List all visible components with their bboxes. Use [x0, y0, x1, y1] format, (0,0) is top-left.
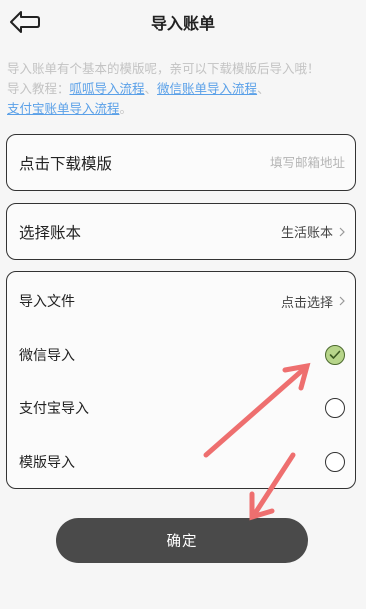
option-label: 支付宝导入 [19, 401, 89, 417]
separator: 、 [144, 81, 158, 96]
separator: 、 [257, 81, 270, 96]
import-file-row[interactable]: 导入文件 点击选择 [19, 287, 345, 315]
import-file-value: 点击选择 [280, 295, 333, 311]
ledger-label: 选择账本 [19, 223, 82, 242]
radio-unchecked-icon[interactable] [325, 452, 345, 472]
chevron-right-icon [339, 227, 345, 236]
option-template-import[interactable]: 模版导入 [19, 448, 345, 476]
wechat-import-link[interactable]: 微信账单导入流程 [157, 81, 257, 96]
intro-end: 。 [119, 101, 133, 116]
ledger-select-card[interactable]: 选择账本 生活账本 [6, 203, 356, 260]
alipay-import-link[interactable]: 支付宝账单导入流程 [7, 101, 120, 116]
guagua-import-link[interactable]: 呱呱导入流程 [70, 81, 145, 96]
radio-checked-icon[interactable] [325, 345, 345, 365]
option-label: 微信导入 [19, 348, 75, 364]
option-wechat-import[interactable]: 微信导入 [19, 341, 345, 369]
download-template-card: 点击下载模版 [6, 134, 356, 191]
email-field[interactable] [215, 155, 345, 170]
ledger-value: 生活账本 [280, 226, 333, 241]
option-alipay-import[interactable]: 支付宝导入 [19, 394, 345, 422]
option-label: 模版导入 [19, 455, 75, 471]
tutorial-prefix: 导入教程： [7, 81, 70, 96]
import-file-label: 导入文件 [19, 294, 75, 310]
download-template-button[interactable]: 点击下载模版 [19, 152, 112, 174]
radio-unchecked-icon[interactable] [325, 398, 345, 418]
confirm-button[interactable]: 确定 [56, 518, 308, 563]
import-intro: 导入账单有个基本的模版呢，亲可以下载模版后导入哦！ 导入教程：呱呱导入流程、微信… [7, 59, 361, 119]
page-title: 导入账单 [150, 14, 215, 33]
chevron-right-icon [339, 296, 345, 306]
import-options-card: 导入文件 点击选择 微信导入 支付宝导入 模版导入 [6, 271, 356, 489]
checkmark-icon [329, 350, 341, 359]
intro-text: 导入账单有个基本的模版呢，亲可以下载模版后导入哦！ [7, 61, 320, 76]
